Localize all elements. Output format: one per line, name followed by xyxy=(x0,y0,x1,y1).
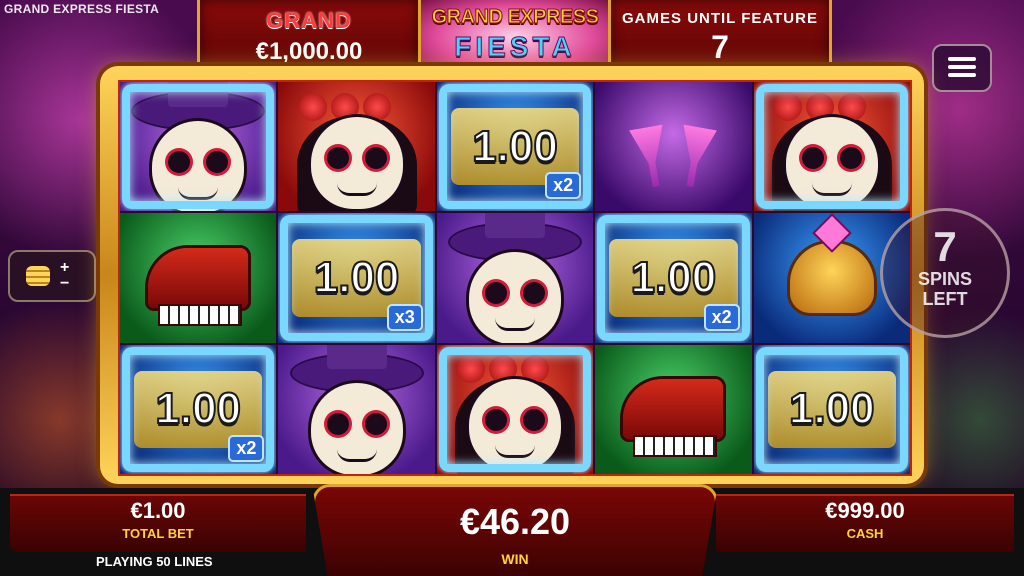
menu-icon-bar xyxy=(948,65,976,69)
feature-value: 7 xyxy=(711,29,729,65)
piano-icon xyxy=(148,247,249,326)
grand-label: GRAND xyxy=(266,8,352,33)
coins-icon xyxy=(26,266,50,286)
reel-grid[interactable]: 1.00 x2 1.00 x3 1.00 x2 1.00 x2 1.00 xyxy=(118,80,912,476)
coin-value: 1.00 xyxy=(630,252,718,303)
cash-panel: €999.00 CASH xyxy=(716,494,1014,552)
man-mariachi-icon xyxy=(291,344,422,474)
menu-icon-bar xyxy=(948,73,976,77)
total-bet-label: TOTAL BET xyxy=(122,526,194,541)
logo-line2: FIESTA xyxy=(454,31,576,63)
lines-text: PLAYING 50 LINES xyxy=(96,554,213,569)
game-title: GRAND EXPRESS FIESTA xyxy=(4,2,160,16)
reel-cell: 1.00 x2 xyxy=(595,213,752,343)
coin-value: 1.00 xyxy=(313,252,401,303)
woman-catrina-icon xyxy=(292,87,422,212)
multiplier-badge: x3 xyxy=(386,303,423,331)
reel-cell xyxy=(120,82,277,212)
coin-value: 1.00 xyxy=(471,121,559,172)
minus-icon: − xyxy=(60,275,70,292)
bet-adjust-button[interactable]: + − xyxy=(8,250,96,302)
piano-icon xyxy=(623,379,724,458)
win-panel: €46.20 WIN xyxy=(312,484,718,576)
bet-plus-minus: + − xyxy=(60,260,69,292)
reel-cell: 1.00 x2 xyxy=(436,82,594,212)
spins-left-indicator: 7 SPINS LEFT xyxy=(880,208,1010,338)
menu-icon xyxy=(948,57,976,61)
reel-cell: 1.00 xyxy=(753,344,910,474)
man-mariachi-icon xyxy=(449,213,580,343)
woman-catrina-icon xyxy=(767,87,897,212)
total-bet-value: €1.00 xyxy=(130,498,186,523)
reel-cell xyxy=(436,344,594,474)
reel-cell xyxy=(278,344,435,474)
plus-icon: + xyxy=(60,259,70,276)
reel-frame: 1.00 x2 1.00 x3 1.00 x2 1.00 x2 1.00 xyxy=(100,66,924,484)
multiplier-badge: x2 xyxy=(703,303,740,331)
left-label: LEFT xyxy=(922,289,968,309)
coin-value: 1.00 xyxy=(788,383,876,434)
reel-cell xyxy=(753,82,910,212)
reel-cell xyxy=(595,344,752,474)
multiplier-badge: x2 xyxy=(228,434,265,462)
game-stage: GRAND EXPRESS FIESTA GRAND €1,000.00 GRA… xyxy=(0,0,1024,576)
reel-cell xyxy=(120,213,277,343)
reel-cell xyxy=(278,82,435,212)
spins-count: 7 xyxy=(933,223,957,270)
grand-value: €1,000.00 xyxy=(255,38,363,65)
multiplier-badge: x2 xyxy=(545,172,582,200)
skull-icon xyxy=(789,242,874,313)
feature-label: GAMES UNTIL FEATURE xyxy=(622,10,818,27)
reel-cell xyxy=(436,213,594,343)
woman-catrina-icon xyxy=(450,349,580,474)
total-bet-panel: €1.00 TOTAL BET xyxy=(10,494,306,552)
win-value: €46.20 xyxy=(459,501,571,542)
spins-label: SPINS xyxy=(917,269,973,289)
logo-line1: GRAND EXPRESS xyxy=(431,6,599,29)
man-mariachi-icon xyxy=(133,82,264,212)
coin-value: 1.00 xyxy=(154,383,242,434)
menu-button[interactable] xyxy=(932,44,992,92)
reel-cell: 1.00 x3 xyxy=(278,213,435,343)
win-label: WIN xyxy=(501,551,529,567)
cocktail-icon xyxy=(628,107,718,187)
cash-value: €999.00 xyxy=(825,498,905,523)
reel-cell: 1.00 x2 xyxy=(120,344,277,474)
reel-cell xyxy=(595,82,752,212)
cash-label: CASH xyxy=(846,526,884,541)
